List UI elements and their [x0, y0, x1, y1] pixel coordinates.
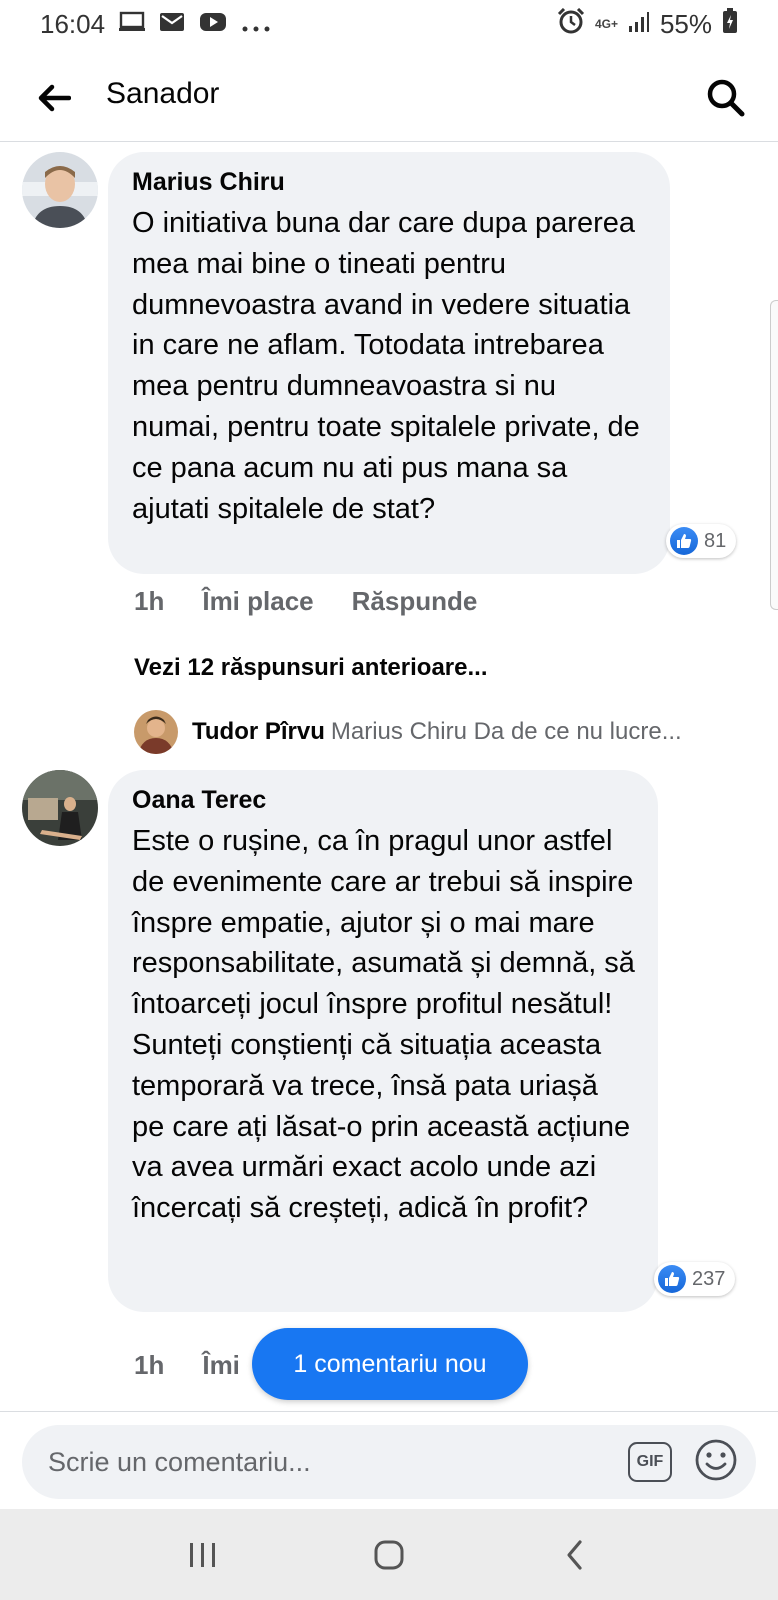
like-button[interactable]: Îmi — [202, 1350, 240, 1381]
alarm-icon — [557, 7, 585, 41]
recent-apps-icon — [190, 1542, 215, 1567]
system-nav-bar — [0, 1509, 778, 1600]
battery-level: 55% — [659, 8, 712, 39]
page-title: Sanador — [106, 77, 220, 110]
reply-author[interactable]: Tudor Pîrvu — [192, 718, 325, 745]
comment-input[interactable] — [48, 1446, 628, 1478]
home-button[interactable] — [359, 1525, 419, 1585]
reply-button[interactable]: Răspunde — [352, 586, 478, 617]
back-nav-button[interactable] — [545, 1525, 605, 1585]
more-notifications-icon — [241, 9, 271, 40]
gif-button[interactable]: GIF — [628, 1442, 672, 1482]
back-chevron-icon — [567, 1539, 582, 1570]
search-icon — [707, 79, 745, 117]
signal-icon — [628, 9, 650, 40]
network-type: 4G+ — [594, 17, 618, 31]
battery-charging-icon — [722, 7, 738, 41]
comment-text: O initiativa buna dar care dupa parerea … — [132, 207, 640, 525]
comment-bubble[interactable]: Oana Terec Este o rușine, ca în pragul u… — [108, 770, 658, 1312]
comment-composer: GIF — [22, 1425, 756, 1499]
comment-time[interactable]: 1h — [134, 1350, 164, 1381]
reply-preview[interactable]: Tudor Pîrvu Marius Chiru Da de ce nu lucr… — [134, 710, 744, 754]
search-button[interactable] — [704, 76, 748, 120]
back-button[interactable] — [34, 78, 74, 118]
youtube-icon — [199, 9, 227, 40]
reply-snippet: Marius Chiru Da de ce nu lucre... — [330, 718, 682, 745]
mail-icon — [159, 9, 185, 40]
comment-author[interactable]: Oana Terec — [132, 786, 636, 815]
screen-icon — [119, 9, 146, 40]
avatar[interactable] — [22, 770, 98, 846]
new-comments-button[interactable]: 1 comentariu nou — [252, 1328, 528, 1400]
comment-bubble[interactable]: Marius Chiru O initiativa buna dar care … — [108, 152, 670, 574]
recent-apps-button[interactable] — [173, 1525, 233, 1585]
smiley-icon — [695, 1439, 737, 1480]
reaction-number: 81 — [704, 529, 727, 552]
reaction-count[interactable]: 237 — [654, 1262, 736, 1296]
comment-composer-bar: GIF — [0, 1411, 778, 1509]
avatar[interactable] — [22, 152, 98, 228]
reaction-count[interactable]: 81 — [666, 524, 737, 558]
status-bar: 16:04 4G+ 55% — [0, 0, 778, 48]
comment-actions: 1h Îmi place Răspunde — [134, 586, 477, 617]
like-reaction-icon — [670, 527, 698, 555]
like-reaction-icon — [658, 1265, 686, 1293]
top-app-bar: Sanador — [0, 58, 778, 142]
reaction-number: 237 — [692, 1267, 726, 1290]
back-arrow-icon — [38, 84, 71, 112]
comment-actions: 1h Îmi — [134, 1350, 240, 1381]
like-button[interactable]: Îmi place — [202, 586, 313, 617]
view-previous-replies-link[interactable]: Vezi 12 răspunsuri anterioare... — [134, 654, 487, 682]
comment-author[interactable]: Marius Chiru — [132, 168, 648, 197]
home-icon — [374, 1540, 404, 1569]
clock: 16:04 — [40, 8, 106, 39]
scrollbar[interactable] — [770, 300, 778, 610]
comment-time[interactable]: 1h — [134, 586, 164, 617]
emoji-button[interactable] — [694, 1438, 738, 1487]
avatar[interactable] — [134, 710, 178, 754]
comment-text: Este o rușine, ca în pragul unor astfel … — [132, 825, 635, 1225]
